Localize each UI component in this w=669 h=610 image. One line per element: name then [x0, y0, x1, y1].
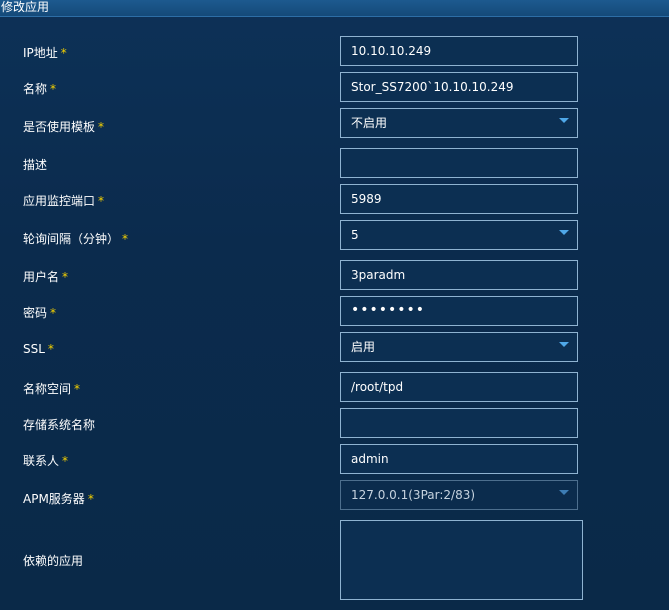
name-label-text: 名称 [23, 82, 48, 96]
chevron-down-icon [559, 230, 569, 235]
apm-server-select[interactable]: 127.0.0.1(3Par:2/83) [340, 480, 578, 510]
use-template-label-text: 是否使用模板 [23, 120, 96, 134]
form-row-storage-system-name: 存储系统名称 [0, 408, 669, 440]
polling-interval-label: 轮询间隔（分钟） * [23, 230, 128, 247]
contact-input[interactable] [340, 444, 578, 474]
polling-interval-selected-value: 5 [351, 228, 359, 242]
required-mark: * [62, 270, 69, 284]
ip-address-label: IP地址 * [23, 44, 67, 61]
monitor-port-input[interactable] [340, 184, 578, 214]
dialog-title: 修改应用 [1, 0, 50, 14]
password-label: 密码 * [23, 304, 56, 321]
apm-server-selected-value: 127.0.0.1(3Par:2/83) [351, 488, 476, 502]
use-template-label: 是否使用模板 * [23, 118, 104, 135]
storage-system-name-input[interactable] [340, 408, 578, 438]
required-mark: * [50, 306, 57, 320]
use-template-select[interactable]: 不启用 [340, 108, 578, 138]
username-label-text: 用户名 [23, 270, 60, 284]
required-mark: * [87, 492, 94, 506]
form-row-dependent-apps: 依赖的应用 [0, 520, 669, 600]
ip-address-input[interactable] [340, 36, 578, 66]
required-mark: * [50, 82, 57, 96]
form-row-namespace: 名称空间 * [0, 372, 669, 404]
required-mark: * [60, 46, 67, 60]
ssl-select[interactable]: 启用 [340, 332, 578, 362]
apm-server-label-text: APM服务器 [23, 492, 85, 506]
chevron-down-icon [559, 118, 569, 123]
required-mark: * [74, 382, 81, 396]
dependent-apps-label: 依赖的应用 [23, 552, 83, 569]
required-mark: * [47, 342, 54, 356]
required-mark: * [98, 120, 105, 134]
password-input[interactable]: •••••••• [340, 296, 578, 326]
form-row-apm-server: APM服务器 * 127.0.0.1(3Par:2/83) [0, 480, 669, 512]
dependent-apps-label-text: 依赖的应用 [23, 554, 84, 568]
description-input[interactable] [340, 148, 578, 178]
dependent-apps-textarea[interactable] [340, 520, 583, 600]
namespace-input[interactable] [340, 372, 578, 402]
storage-system-name-label-text: 存储系统名称 [23, 418, 96, 432]
contact-label: 联系人 * [23, 452, 68, 469]
username-input[interactable] [340, 260, 578, 290]
form-row-password: 密码 * •••••••• [0, 296, 669, 328]
form-row-description: 描述 [0, 148, 669, 180]
username-label: 用户名 * [23, 268, 68, 285]
dialog-titlebar: 修改应用 [0, 0, 669, 17]
chevron-down-icon [559, 342, 569, 347]
edit-application-dialog: 修改应用 IP地址* 名称* 是否使用模板* 不启用 描述 应用监控端口* 轮询… [0, 0, 669, 610]
ssl-label-text: SSL [23, 342, 45, 356]
required-mark: * [98, 194, 105, 208]
form-row-username: 用户名 * [0, 260, 669, 292]
form-row-polling-interval: 轮询间隔（分钟） * 5 [0, 220, 669, 252]
form-row-ip-address: IP地址 * [0, 36, 669, 68]
password-label-text: 密码 [23, 306, 48, 320]
apm-server-label: APM服务器 * [23, 490, 94, 507]
form-row-monitor-port: 应用监控端口 * [0, 184, 669, 216]
form-row-ssl: SSL * 启用 [0, 332, 669, 364]
ip-address-label-text: IP地址 [23, 46, 58, 60]
monitor-port-label-text: 应用监控端口 [23, 194, 96, 208]
polling-interval-label-text: 轮询间隔（分钟） [23, 232, 120, 246]
required-mark: * [122, 232, 129, 246]
ssl-selected-value: 启用 [351, 340, 376, 354]
form-row-contact: 联系人 * [0, 444, 669, 476]
namespace-label-text: 名称空间 [23, 382, 72, 396]
ssl-label: SSL * [23, 342, 54, 356]
form-row-name: 名称 * [0, 72, 669, 104]
description-label-text: 描述 [23, 158, 48, 172]
use-template-selected-value: 不启用 [351, 116, 388, 130]
required-mark: * [62, 454, 69, 468]
chevron-down-icon [559, 490, 569, 495]
monitor-port-label: 应用监控端口 * [23, 192, 104, 209]
namespace-label: 名称空间 * [23, 380, 80, 397]
storage-system-name-label: 存储系统名称 [23, 416, 95, 433]
contact-label-text: 联系人 [23, 454, 60, 468]
polling-interval-select[interactable]: 5 [340, 220, 578, 250]
name-label: 名称 * [23, 80, 56, 97]
form-row-use-template: 是否使用模板 * 不启用 [0, 108, 669, 140]
name-input[interactable] [340, 72, 578, 102]
description-label: 描述 [23, 156, 47, 173]
